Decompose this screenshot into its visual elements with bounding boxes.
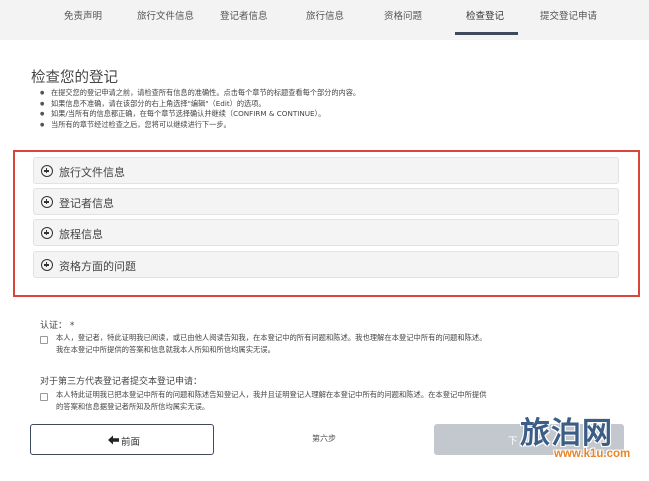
watermark-url: www.k1u.com xyxy=(554,448,631,460)
instruction-list: 在提交您的登记申请之前，请检查所有信息的准确性。点击每个章节的标题查看每个部分的… xyxy=(40,88,360,130)
progress-tabs: 免责声明 旅行文件信息 登记者信息 旅行信息 资格问题 检查登记 提交登记申请 xyxy=(0,0,649,40)
instruction-item: 如果/当所有的信息都正确，在每个章节选择确认并继续（CONFIRM & CONT… xyxy=(40,109,360,120)
previous-button-label: 前面 xyxy=(121,437,141,448)
section-travel-documents[interactable]: 旅行文件信息 xyxy=(33,157,619,184)
third-party-line: 本人特此证明我已把本登记中所有的问题和陈述告知登记人，我并且证明登记人理解在本登… xyxy=(56,390,487,399)
page-title: 检查您的登记 xyxy=(31,70,118,86)
instruction-item: 当所有的章节经过检查之后，您将可以继续进行下一步。 xyxy=(40,120,360,131)
expand-plus-icon[interactable] xyxy=(41,259,53,271)
tab-submit[interactable]: 提交登记申请 xyxy=(540,8,597,22)
tab-review[interactable]: 检查登记 xyxy=(466,8,504,22)
required-mark: * xyxy=(69,321,75,331)
certification-label: 认证： * xyxy=(40,318,74,331)
tab-applicant-info[interactable]: 登记者信息 xyxy=(220,8,268,22)
certification-label-text: 认证： xyxy=(40,321,68,331)
third-party-line: 的答案和信息据登记者所知及所信均属实无误。 xyxy=(56,402,210,411)
tab-disclaimer[interactable]: 免责声明 xyxy=(64,8,102,22)
section-travel-info[interactable]: 旅程信息 xyxy=(33,219,619,246)
arrow-left-icon xyxy=(108,435,119,445)
expand-plus-icon[interactable] xyxy=(41,165,53,177)
self-certify-checkbox[interactable] xyxy=(40,336,48,344)
section-label: 资格方面的问题 xyxy=(59,260,136,273)
instruction-item: 在提交您的登记申请之前，请检查所有信息的准确性。点击每个章节的标题查看每个部分的… xyxy=(40,88,360,99)
third-party-label: 对于第三方代表登记者提交本登记申请： xyxy=(40,377,203,387)
third-party-text: 本人特此证明我已把本登记中所有的问题和陈述告知登记人，我并且证明登记人理解在本登… xyxy=(56,389,487,413)
active-tab-indicator xyxy=(455,32,518,35)
self-certify-line: 本人，登记者，特此证明我已阅读，或已由他人阅读告知我，在本登记中的所有问题和陈述… xyxy=(56,333,487,342)
section-label: 登记者信息 xyxy=(59,197,114,210)
site-watermark-logo: 旅泊网 www.k1u.com xyxy=(500,398,649,478)
step-indicator: 第六步 xyxy=(312,434,336,443)
self-certify-line: 我在本登记中所提供的答案和信息就我本人所知和所信均属实无误。 xyxy=(56,345,275,354)
watermark-title: 旅泊网 xyxy=(520,416,613,451)
self-certify-text: 本人，登记者，特此证明我已阅读，或已由他人阅读告知我，在本登记中的所有问题和陈述… xyxy=(56,332,487,356)
section-eligibility[interactable]: 资格方面的问题 xyxy=(33,251,619,278)
section-applicant-info[interactable]: 登记者信息 xyxy=(33,188,619,215)
section-label: 旅程信息 xyxy=(59,228,103,241)
tab-eligibility[interactable]: 资格问题 xyxy=(384,8,422,22)
expand-plus-icon[interactable] xyxy=(41,227,53,239)
instruction-item: 如果信息不准确，请在该部分的右上角选择"编辑"（Edit）的选项。 xyxy=(40,99,360,110)
tab-travel-info[interactable]: 旅行信息 xyxy=(306,8,344,22)
third-party-checkbox[interactable] xyxy=(40,393,48,401)
tab-travel-documents[interactable]: 旅行文件信息 xyxy=(137,8,194,22)
expand-plus-icon[interactable] xyxy=(41,196,53,208)
section-label: 旅行文件信息 xyxy=(59,166,125,179)
previous-button[interactable]: 前面 xyxy=(30,424,214,455)
